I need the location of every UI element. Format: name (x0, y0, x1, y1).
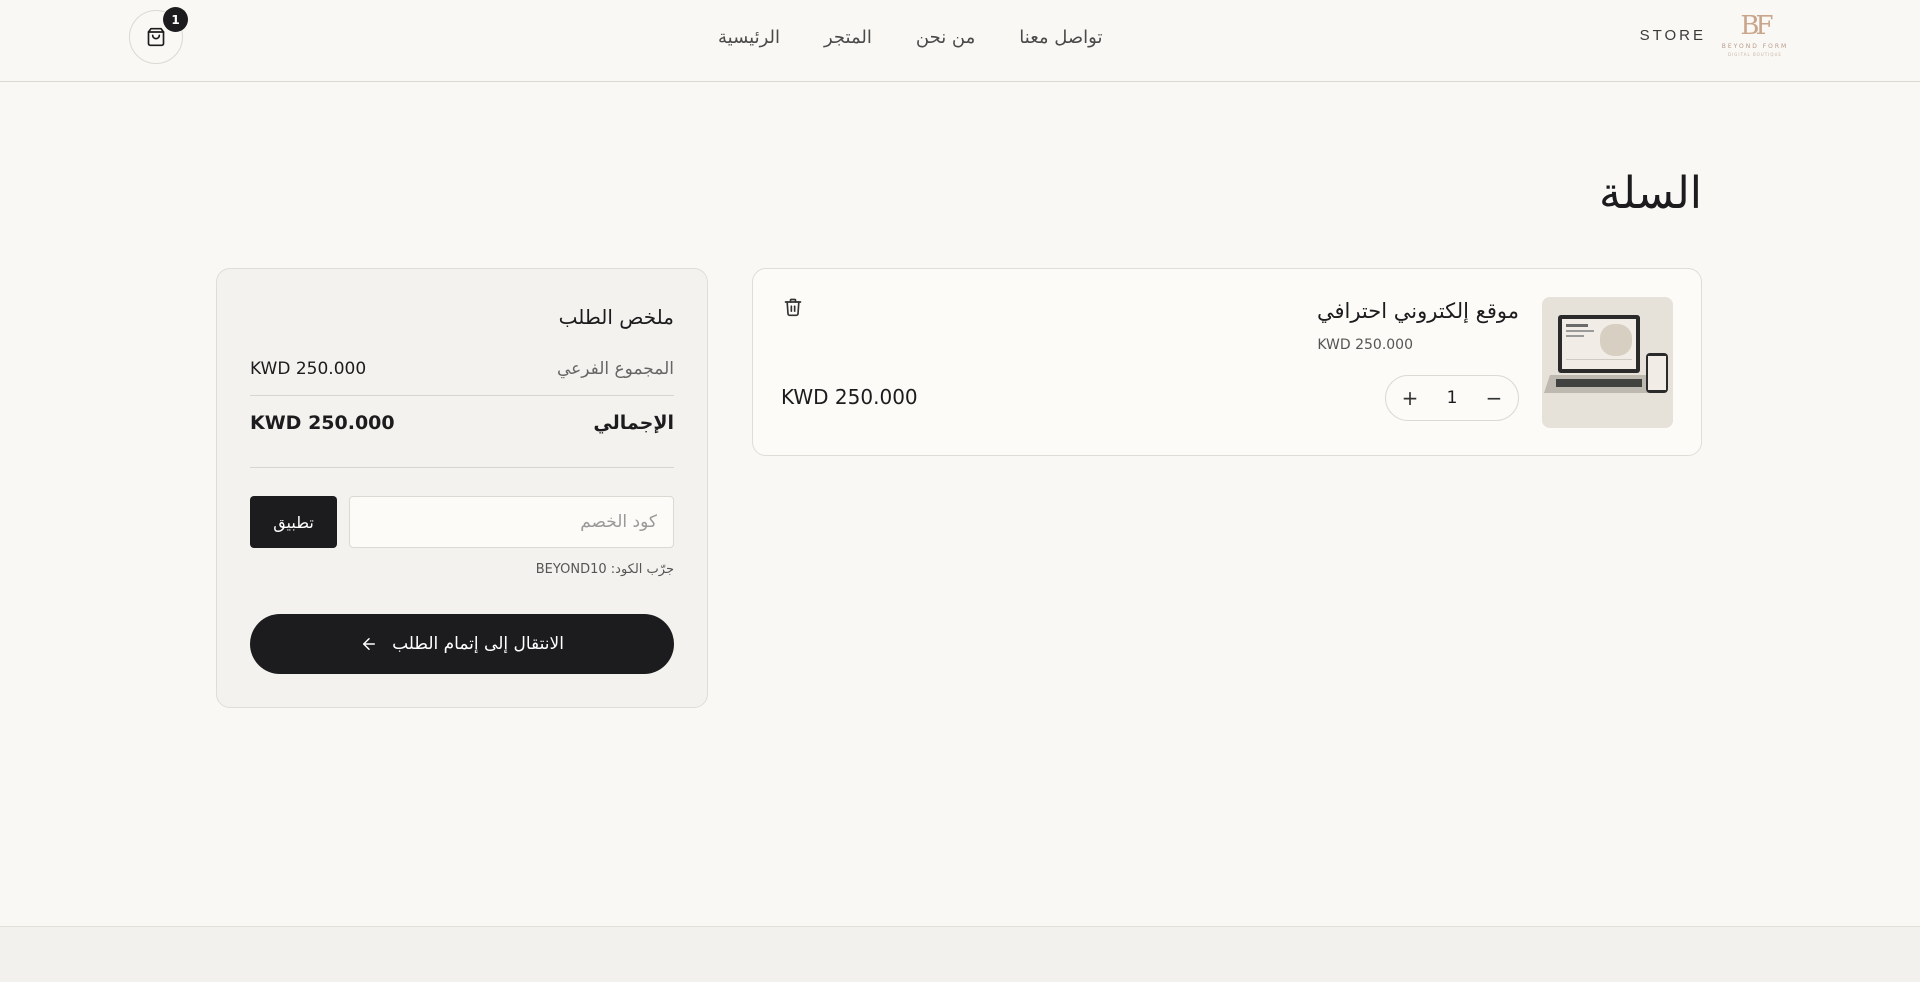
summary-title: ملخص الطلب (558, 305, 674, 329)
brand-logo: BF BEYOND FORM DIGITAL BOUTIQUE (1720, 10, 1790, 60)
brand-text: STORE (1639, 26, 1706, 44)
checkout-label: الانتقال إلى إتمام الطلب (392, 634, 564, 654)
brand[interactable]: STORE BF BEYOND FORM DIGITAL BOUTIQUE (1640, 10, 1790, 60)
product-unit-price: KWD 250.000 (1317, 337, 1413, 353)
nav-shop[interactable]: المتجر (824, 24, 872, 52)
nav-contact[interactable]: تواصل معنا (1019, 24, 1102, 52)
summary-divider (250, 395, 674, 396)
cart-item-card: موقع إلكتروني احترافي KWD 250.000 + 1 − … (752, 268, 1702, 456)
subtotal-label: المجموع الفرعي (556, 359, 674, 379)
trash-icon (784, 298, 802, 317)
summary-divider (250, 467, 674, 468)
footer-strip (0, 926, 1920, 982)
arrow-left-icon (363, 638, 376, 650)
remove-item-button[interactable] (781, 295, 805, 319)
coupon-hint: جرّب الكود: BEYOND10 (535, 562, 674, 577)
logo-tagline: DIGITAL BOUTIQUE (1728, 52, 1782, 57)
product-name[interactable]: موقع إلكتروني احترافي (1317, 299, 1519, 323)
apply-coupon-button[interactable]: تطبيق (250, 496, 337, 548)
coupon-code-input[interactable] (349, 496, 674, 548)
quantity-value: 1 (1446, 388, 1458, 408)
quantity-stepper: + 1 − (1385, 375, 1519, 421)
line-total: KWD 250.000 (781, 385, 918, 409)
shopping-bag-icon (147, 27, 165, 47)
laptop-image-icon (1542, 297, 1673, 428)
logo-subtitle: BEYOND FORM (1721, 43, 1789, 50)
logo-mark: BF (1740, 11, 1773, 41)
page-title: السلة (1598, 168, 1702, 219)
increase-quantity-button[interactable]: + (1396, 384, 1424, 412)
cart-count-badge: 1 (163, 7, 188, 32)
total-label: الإجمالي (593, 412, 674, 434)
nav-home[interactable]: الرئيسية (718, 24, 780, 52)
main-nav: الرئيسية المتجر من نحن تواصل معنا (718, 24, 1118, 52)
nav-about[interactable]: من نحن (916, 24, 975, 52)
order-summary: ملخص الطلب المجموع الفرعي KWD 250.000 ال… (216, 268, 708, 708)
product-thumbnail[interactable] (1542, 297, 1673, 428)
decrease-quantity-button[interactable]: − (1480, 384, 1508, 412)
checkout-button[interactable]: الانتقال إلى إتمام الطلب (250, 614, 674, 674)
cart-button[interactable]: 1 (129, 7, 188, 64)
total-value: KWD 250.000 (250, 412, 395, 434)
subtotal-value: KWD 250.000 (250, 359, 367, 379)
site-header: STORE BF BEYOND FORM DIGITAL BOUTIQUE ال… (0, 0, 1920, 82)
